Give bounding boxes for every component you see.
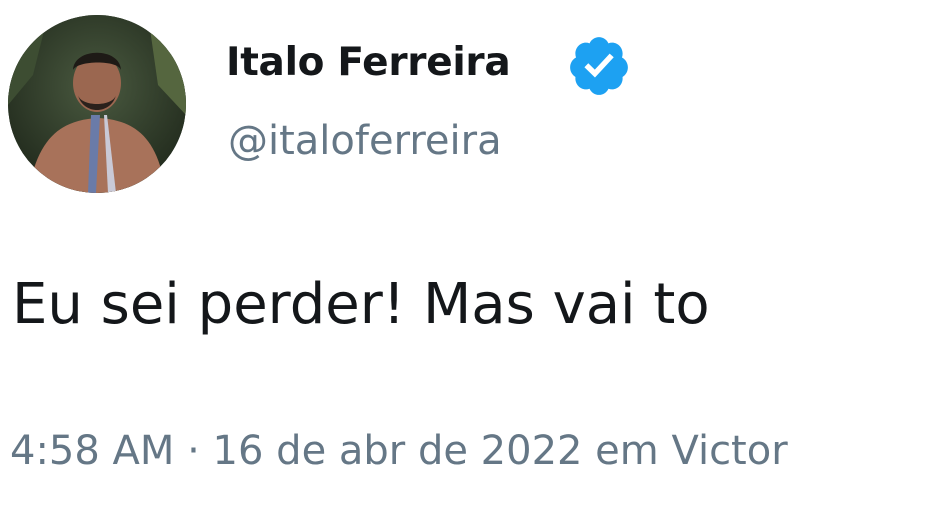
avatar[interactable] [8,15,186,193]
author-handle[interactable]: @italoferreira [228,118,502,164]
avatar-photo-icon [8,15,186,193]
author-display-name[interactable]: Italo Ferreira [226,40,511,85]
verified-badge-icon [570,37,628,95]
tweet-timestamp[interactable]: 4:58 AM · 16 de abr de 2022 em Victor [10,428,788,474]
tweet-card: Italo Ferreira @italoferreira Eu sei per… [0,0,930,524]
tweet-text: Eu sei perder! Mas vai to [12,272,710,337]
